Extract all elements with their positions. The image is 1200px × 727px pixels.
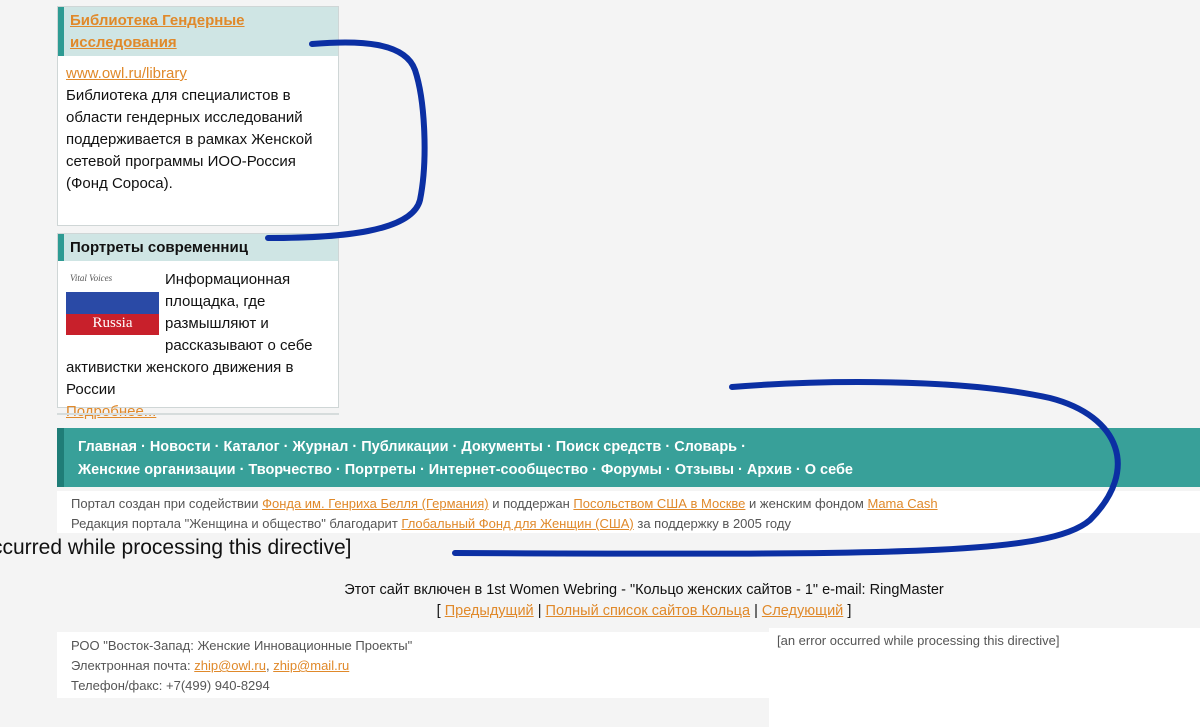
portraits-box: Портреты современниц Vital Voices Russia… — [57, 233, 339, 420]
nav-item[interactable]: Новости — [150, 439, 211, 455]
webring-next-link[interactable]: Следующий — [762, 603, 843, 619]
email-link-2[interactable]: zhip@mail.ru — [273, 658, 349, 673]
nav-item[interactable]: Женские организации — [78, 462, 236, 478]
library-description: Библиотека для специалистов в области ге… — [66, 87, 313, 192]
nav-separator: · — [665, 462, 671, 478]
nav-separator: · — [741, 439, 746, 455]
bracket: [ — [436, 603, 441, 619]
nav-item[interactable]: О себе — [805, 462, 853, 478]
email-link-1[interactable]: zhip@owl.ru — [194, 658, 266, 673]
sidebar-divider — [57, 413, 339, 415]
nav-item[interactable]: Главная — [78, 439, 137, 455]
nav-item[interactable]: Творчество — [248, 462, 331, 478]
credits-text: Портал создан при содействии — [71, 496, 263, 511]
phone: Телефон/факс: +7(499) 940-8294 — [71, 678, 270, 693]
separator: | — [754, 603, 758, 619]
nav-item[interactable]: Отзывы — [675, 462, 734, 478]
nav-separator: · — [546, 439, 552, 455]
credits-text: Редакция портала "Женщина и общество" бл… — [71, 516, 402, 531]
nav-separator: · — [452, 439, 458, 455]
nav-separator: · — [140, 439, 146, 455]
webring-prev-link[interactable]: Предыдущий — [445, 603, 534, 619]
library-box: Библиотека Гендерные исследования www.ow… — [57, 6, 339, 226]
nav-item[interactable]: Поиск средств — [556, 439, 662, 455]
library-title-link[interactable]: Библиотека Гендерные исследования — [70, 12, 245, 51]
nav-separator: · — [795, 462, 801, 478]
nav-item[interactable]: Журнал — [293, 439, 349, 455]
nav-item[interactable]: Форумы — [601, 462, 662, 478]
us-embassy-link[interactable]: Посольством США в Москве — [573, 496, 745, 511]
contacts: РОО "Восток-Запад: Женские Инновационные… — [57, 632, 769, 698]
nav-separator: · — [352, 439, 358, 455]
logo-bottom-text: Russia — [92, 315, 133, 331]
boell-foundation-link[interactable]: Фонда им. Генриха Белля (Германия) — [262, 496, 489, 511]
nav-item[interactable]: Публикации — [361, 439, 448, 455]
nav-separator: · — [214, 439, 220, 455]
portraits-box-title: Портреты современниц — [58, 234, 338, 261]
more-link[interactable]: Подробнее... — [66, 403, 156, 420]
nav-item[interactable]: Архив — [747, 462, 792, 478]
nav-separator: · — [738, 462, 743, 478]
bracket: ] — [847, 603, 852, 619]
credits-text: за поддержку в 2005 году — [633, 516, 791, 531]
library-url-link[interactable]: www.owl.ru/library — [66, 65, 187, 82]
nav-separator: · — [419, 462, 425, 478]
webring: Этот сайт включен в 1st Women Webring - … — [0, 580, 1200, 622]
nav-separator: · — [665, 439, 671, 455]
mama-cash-link[interactable]: Mama Cash — [867, 496, 937, 511]
nav-separator: · — [592, 462, 597, 478]
nav-item[interactable]: Документы — [461, 439, 543, 455]
webring-list-link[interactable]: Полный список сайтов Кольца — [546, 603, 751, 619]
logo-top-text: Vital Voices — [70, 273, 113, 283]
credits-text: и женским фондом — [745, 496, 868, 511]
library-box-header: Библиотека Гендерные исследования — [58, 7, 338, 56]
separator: | — [537, 603, 542, 619]
vital-voices-russia-logo[interactable]: Vital Voices Russia — [66, 271, 159, 335]
nav-item[interactable]: Словарь — [674, 439, 737, 455]
main-nav: Главная · Новости · Каталог · Журнал · Публикаци… — [57, 428, 1200, 487]
nav-item[interactable]: Интернет-сообщество — [429, 462, 588, 478]
nav-item[interactable]: Портреты — [345, 462, 416, 478]
credits-text: и поддержан — [488, 496, 574, 511]
webring-text: Этот сайт включен в 1st Women Webring - … — [344, 582, 944, 598]
nav-item[interactable]: Каталог — [223, 439, 279, 455]
nav-row-1: Главная · Новости · Каталог · Журнал · Публикаци… — [78, 436, 1200, 459]
nav-separator: · — [283, 439, 289, 455]
email-label: Электронная почта: — [71, 658, 195, 673]
global-fund-link[interactable]: Глобальный Фонд для Женщин (США) — [401, 516, 633, 531]
nav-row-2: Женские организации · Творчество · Портреты ·… — [78, 459, 1200, 482]
ssi-error-message: ccurred while processing this directive] — [0, 536, 352, 559]
credits: Портал создан при содействии Фонда им. Г… — [57, 491, 1200, 533]
org-name: РОО "Восток-Запад: Женские Инновационные… — [71, 638, 413, 653]
ssi-error-small: [an error occurred while processing this… — [769, 628, 1200, 727]
nav-separator: · — [239, 462, 245, 478]
nav-separator: · — [335, 462, 341, 478]
